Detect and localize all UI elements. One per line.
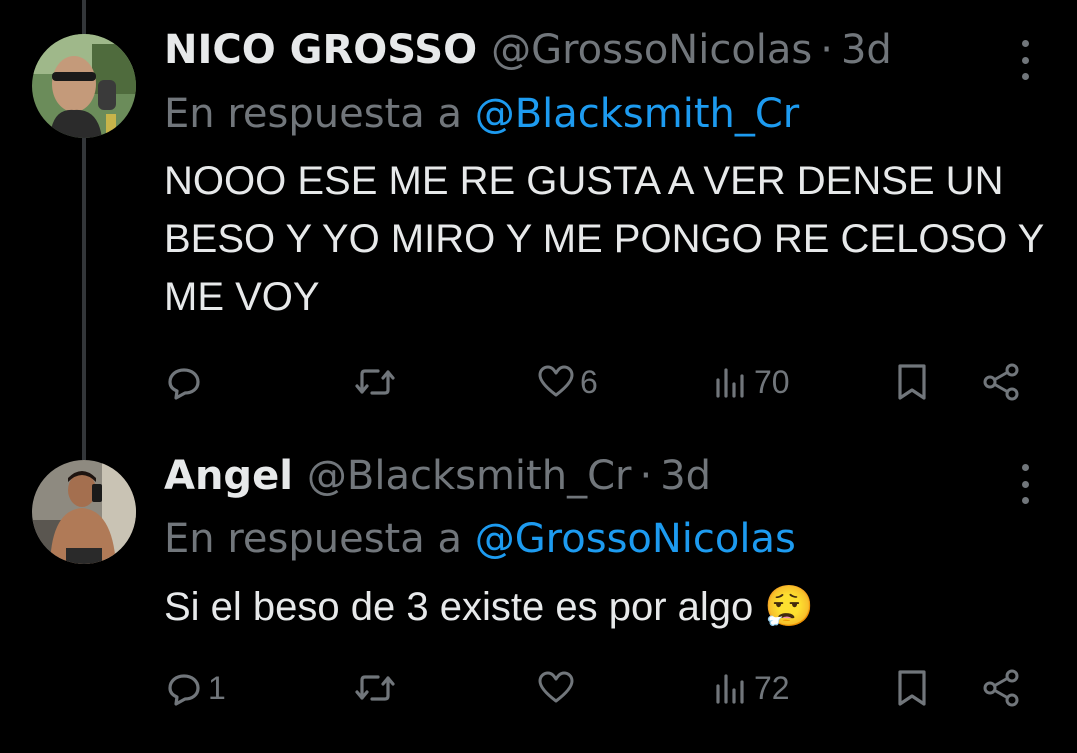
action-bar: 6 70: [164, 358, 1044, 406]
reply-prefix: En respuesta a: [164, 516, 462, 562]
separator-dot: ·: [639, 453, 653, 499]
reply-count: 1: [208, 669, 226, 706]
share-icon: [983, 363, 1019, 401]
reply-button[interactable]: 1: [164, 664, 226, 712]
retweet-button[interactable]: [354, 664, 400, 712]
display-name[interactable]: Angel: [164, 452, 293, 500]
avatar[interactable]: [32, 34, 136, 138]
tweet-text: NOOO ESE ME RE GUSTA A VER DENSE UN BESO…: [164, 159, 1044, 319]
tweet[interactable]: NICO GROSSO @GrossoNicolas · 3d En respu…: [0, 0, 1077, 440]
tweet-text: Si el beso de 3 existe es por algo 😮‍💨: [164, 585, 815, 629]
tweet-header: NICO GROSSO @GrossoNicolas · 3d: [164, 26, 892, 74]
like-button[interactable]: 6: [536, 358, 598, 406]
share-button[interactable]: [980, 358, 1022, 406]
reply-icon: [168, 368, 200, 400]
reply-button[interactable]: [164, 358, 208, 406]
like-icon: [538, 365, 574, 397]
reply-mention[interactable]: @GrossoNicolas: [475, 516, 796, 562]
retweet-icon: [355, 369, 395, 395]
views-button[interactable]: 72: [710, 664, 790, 712]
views-count: 72: [754, 669, 790, 706]
action-bar: 1 72: [164, 664, 1044, 712]
retweet-icon: [355, 675, 395, 701]
share-button[interactable]: [980, 664, 1022, 712]
views-icon: [716, 674, 744, 704]
bookmark-icon: [898, 364, 926, 400]
views-count: 70: [754, 363, 790, 400]
separator-dot: ·: [820, 27, 833, 73]
reply-mention[interactable]: @Blacksmith_Cr: [475, 91, 800, 137]
reply-icon: [168, 674, 200, 706]
like-count: 6: [580, 363, 598, 400]
views-button[interactable]: 70: [710, 358, 790, 406]
more-icon[interactable]: [1015, 464, 1035, 504]
share-icon: [983, 669, 1019, 707]
bookmark-button[interactable]: [892, 358, 932, 406]
tweet[interactable]: Angel @Blacksmith_Cr · 3d En respuesta a…: [0, 440, 1077, 753]
like-icon: [538, 671, 574, 703]
like-button[interactable]: [536, 664, 580, 712]
user-handle[interactable]: @GrossoNicolas: [491, 26, 812, 74]
avatar[interactable]: [32, 460, 136, 564]
reply-context: En respuesta a @GrossoNicolas: [164, 515, 796, 563]
reply-context: En respuesta a @Blacksmith_Cr: [164, 90, 799, 138]
reply-prefix: En respuesta a: [164, 91, 462, 137]
bookmark-button[interactable]: [892, 664, 932, 712]
views-icon: [716, 368, 744, 398]
timestamp[interactable]: 3d: [660, 452, 711, 500]
user-handle[interactable]: @Blacksmith_Cr: [307, 452, 632, 500]
more-icon[interactable]: [1015, 40, 1035, 80]
timestamp[interactable]: 3d: [841, 26, 892, 74]
bookmark-icon: [898, 670, 926, 706]
retweet-button[interactable]: [354, 358, 400, 406]
tweet-header: Angel @Blacksmith_Cr · 3d: [164, 452, 711, 500]
display-name[interactable]: NICO GROSSO: [164, 26, 477, 74]
